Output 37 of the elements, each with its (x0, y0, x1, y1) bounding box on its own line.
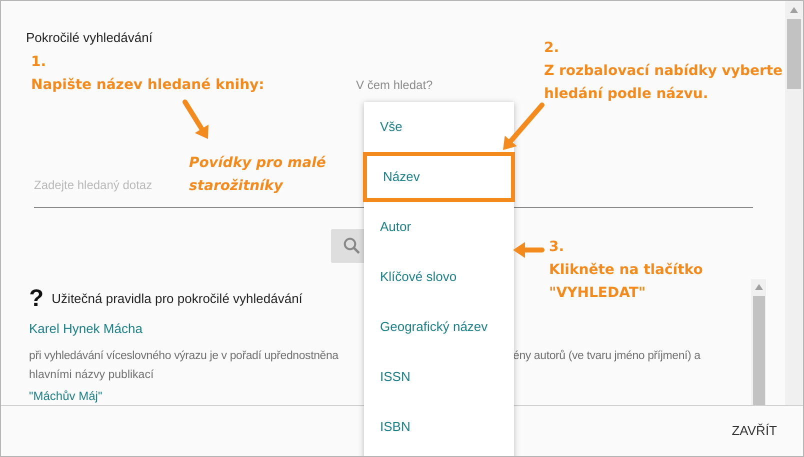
annotation-text: Z rozbalovací nabídky vyberte (544, 62, 783, 81)
help-text: hlavními názvy publikací (29, 368, 154, 384)
close-button[interactable]: ZAVŘÍT (730, 421, 779, 441)
help-text: ény autorů (ve tvaru jméno příjmení) a (513, 348, 700, 364)
help-icon: ? (29, 287, 44, 312)
annotation-text: starožitníky (189, 177, 284, 196)
help-text: při vyhledávání víceslovného výrazu je v pořadí upřednostněna (29, 349, 340, 364)
dropdown-item[interactable]: Název (363, 152, 515, 202)
step-number: 3. (549, 238, 566, 257)
scroll-up-icon[interactable] (754, 284, 762, 290)
search-icon (343, 237, 360, 254)
dropdown-item[interactable]: ISSN (364, 352, 514, 402)
step-number: 1. (31, 53, 48, 72)
annotation-text: Povídky pro malé (189, 154, 326, 173)
annotation-text: Klikněte na tlačítko (549, 261, 703, 280)
arrow-icon (182, 99, 212, 142)
annotation-text: "VYHLEDAT" (549, 284, 647, 303)
help-heading: Užitečná pravidla pro pokročilé vyhledávání (52, 290, 302, 308)
example-link[interactable]: "Máchův Máj" (29, 389, 102, 404)
dropdown-item[interactable]: ISBN (364, 402, 514, 452)
search-button[interactable] (331, 228, 365, 264)
arrow-icon (500, 102, 545, 153)
dropdown-item[interactable]: Vše (364, 102, 514, 152)
scrollbar-thumb[interactable] (752, 296, 764, 405)
step-number: 2. (544, 39, 560, 58)
example-link[interactable]: Karel Hynek Mácha (29, 320, 142, 338)
dialog-title: Pokročilé vyhledávání (26, 30, 154, 46)
scrollbar[interactable] (751, 279, 766, 405)
scrollbar-thumb[interactable] (787, 19, 801, 89)
dropdown-item[interactable]: Klíčové slovo (364, 252, 514, 302)
scroll-up-icon[interactable] (790, 7, 798, 13)
annotation-text: Napište název hledané knihy: (31, 76, 264, 95)
dropdown-item[interactable]: Autor (364, 202, 514, 252)
dropdown-item[interactable]: Geografický název (364, 302, 514, 352)
scrollbar[interactable] (785, 1, 803, 405)
search-in-label: V čem hledat? (356, 77, 433, 93)
annotation-text: hledání podle názvu. (544, 85, 710, 104)
